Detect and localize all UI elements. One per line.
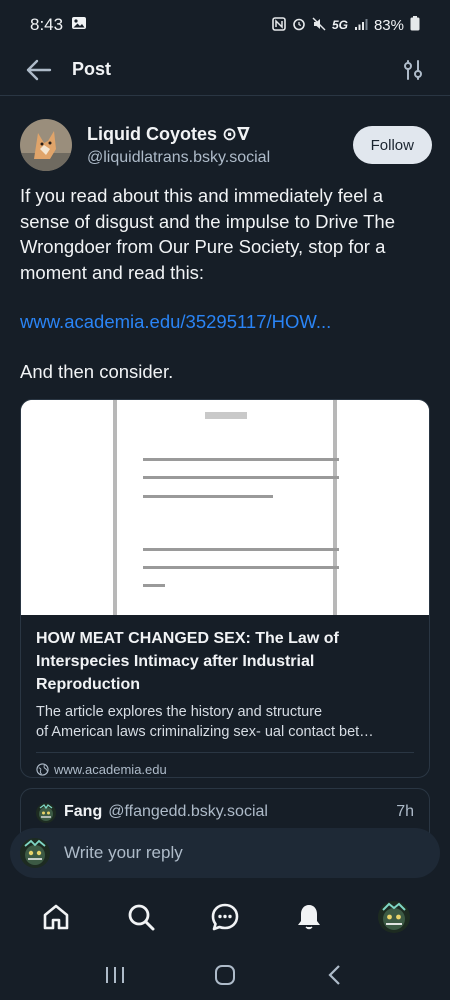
author-handle[interactable]: @liquidlatrans.bsky.social: [87, 149, 270, 167]
nav-notifications[interactable]: [279, 887, 339, 947]
battery-level: 83%: [373, 16, 404, 34]
reply-author-handle[interactable]: @ffangedd.bsky.social: [108, 803, 268, 821]
link-preview-title: HOW MEAT CHANGED SEX: The Law of Intersp…: [36, 627, 414, 696]
link-preview-domain: www.academia.edu: [36, 762, 414, 777]
reply-placeholder: Write your reply: [64, 843, 183, 862]
home-button[interactable]: [200, 955, 250, 995]
link-preview-title-line: Interspecies Intimacy after Industrial: [36, 653, 315, 670]
search-icon: [128, 904, 155, 931]
reply-avatar[interactable]: [36, 803, 56, 823]
home-icon: [43, 904, 69, 930]
thread-settings-button[interactable]: [398, 55, 428, 85]
battery-icon: [410, 16, 420, 34]
chat-icon: [211, 903, 239, 931]
bell-icon: [298, 905, 321, 930]
status-time: 8:43: [30, 15, 64, 34]
reply-author-name[interactable]: Fang: [64, 803, 102, 821]
system-back-button[interactable]: [310, 955, 360, 995]
current-user-avatar: [20, 838, 50, 868]
post-body: If you read about this and immediately f…: [20, 183, 432, 285]
post-text-line: moment and read this:: [20, 261, 205, 283]
nav-profile[interactable]: [364, 887, 424, 947]
recents-icon: [106, 967, 124, 983]
arrow-left-icon: [26, 59, 52, 80]
author-display-name[interactable]: Liquid Coyotes ⊙∇: [87, 124, 270, 145]
nav-chat[interactable]: [195, 887, 255, 947]
link-preview-description-2: of American laws criminalizing sex- ual …: [36, 724, 374, 740]
link-preview-title-line: Reproduction: [36, 676, 140, 693]
reply-timestamp: 7h: [396, 803, 414, 820]
status-bar: 8:43 5G 83%: [0, 0, 450, 50]
bottom-nav: [0, 884, 450, 950]
network-type: 5G: [331, 18, 348, 32]
chevron-left-icon: [328, 965, 340, 985]
top-bar: Post: [0, 44, 450, 96]
gallery-notification-icon: [71, 15, 87, 36]
page-title: Post: [72, 59, 112, 79]
post-text-closing: And then consider.: [20, 361, 174, 382]
post-text-line: Wrongdoer from Our Pure Society, stop fo…: [20, 236, 386, 257]
profile-avatar: [377, 901, 410, 933]
author-row: Liquid Coyotes ⊙∇ @liquidlatrans.bsky.so…: [20, 117, 432, 173]
link-preview-card[interactable]: HOW MEAT CHANGED SEX: The Law of Intersp…: [20, 399, 430, 778]
link-preview-thumbnail: [21, 400, 429, 615]
home-circle-icon: [215, 965, 235, 985]
nfc-icon: [272, 16, 286, 34]
nav-search[interactable]: [111, 887, 171, 947]
back-button[interactable]: [22, 53, 56, 87]
post-link[interactable]: www.academia.edu/35295117/HOW...: [20, 311, 331, 333]
mute-icon: [312, 17, 326, 34]
link-preview-title-line: HOW MEAT CHANGED SEX: The Law of: [36, 630, 339, 647]
link-preview-description: The article explores the history and str…: [36, 704, 323, 720]
reply-compose-bar[interactable]: Write your reply: [10, 828, 440, 878]
alarm-icon: [292, 17, 306, 34]
follow-button[interactable]: Follow: [352, 126, 432, 164]
globe-icon: [36, 763, 49, 776]
system-nav: [0, 950, 450, 1000]
link-preview-domain-text: www.academia.edu: [54, 762, 167, 777]
signal-icon: [354, 17, 368, 34]
post-text-line: If you read about this and immediately f…: [20, 185, 384, 206]
sliders-icon: [404, 59, 422, 80]
post-text-line: sense of disgust and the impulse to Driv…: [20, 210, 396, 232]
nav-home[interactable]: [26, 887, 86, 947]
divider: [36, 752, 414, 753]
recent-apps-button[interactable]: [90, 955, 140, 995]
author-avatar[interactable]: [20, 119, 72, 171]
